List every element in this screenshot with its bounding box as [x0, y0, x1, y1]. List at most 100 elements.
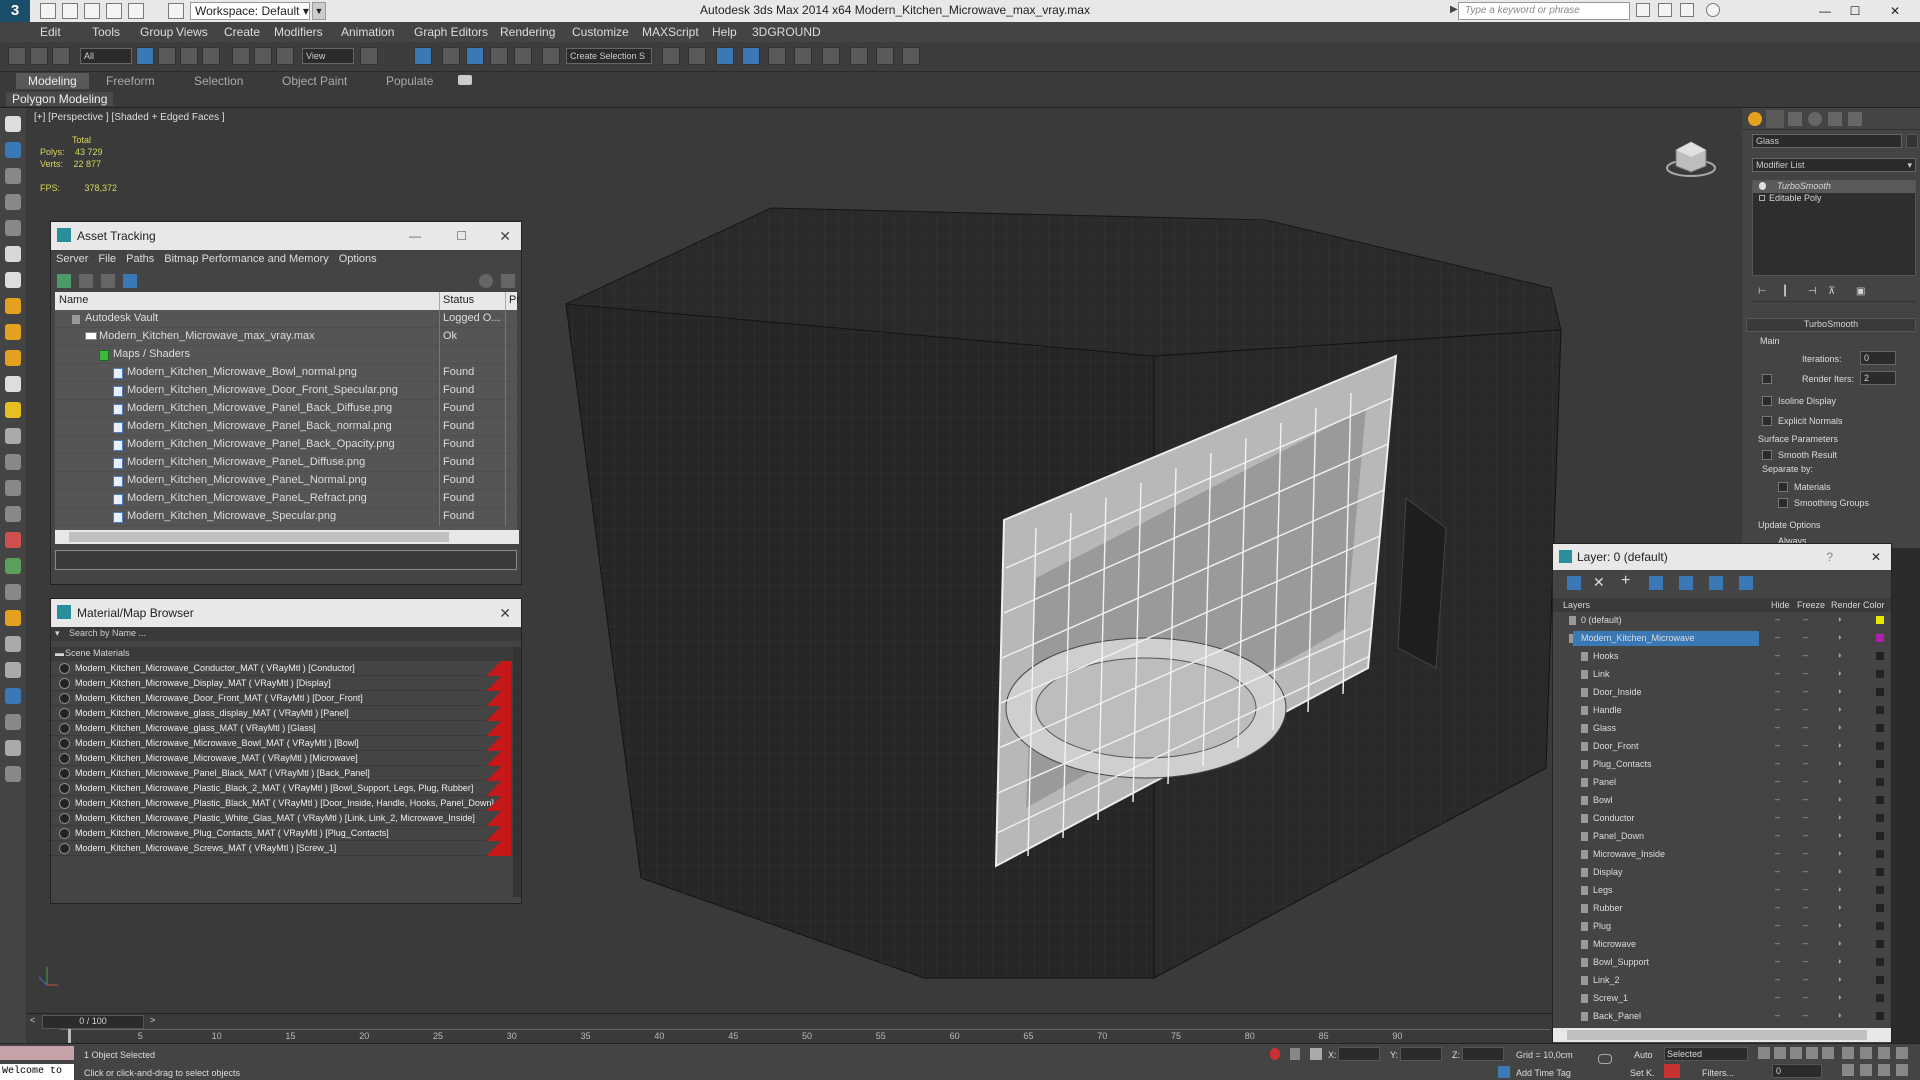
smooth-result-checkbox[interactable]	[1762, 450, 1772, 460]
menu-item-maxscript[interactable]: MAXScript	[642, 25, 699, 39]
hide-all-layers-icon[interactable]	[1709, 576, 1723, 590]
freeze-toggle-icon[interactable]: –	[1803, 920, 1808, 930]
layer-row[interactable]: Screw_1 – – ◗	[1553, 990, 1891, 1008]
menu-item-group[interactable]: Group	[140, 25, 173, 39]
asset-row[interactable]: Modern_Kitchen_Microwave_PaneL_Refract.p…	[55, 490, 517, 508]
graphite-ribbon-icon[interactable]	[742, 47, 760, 65]
asset-row[interactable]: Autodesk Vault Logged O...	[55, 310, 517, 328]
layer-row[interactable]: Conductor – – ◗	[1553, 810, 1891, 828]
layer-row[interactable]: Bowl – – ◗	[1553, 792, 1891, 810]
star-icon[interactable]	[1680, 3, 1694, 17]
create-tab-icon[interactable]	[1748, 112, 1762, 126]
layer-color-swatch[interactable]	[1876, 670, 1884, 678]
asset-row[interactable]: Modern_Kitchen_Microwave_Panel_Back_Opac…	[55, 436, 517, 454]
render-toggle-icon[interactable]: ◗	[1837, 920, 1842, 930]
material-item[interactable]: Modern_Kitchen_Microwave_glass_MAT ( VRa…	[51, 721, 521, 736]
asset-hscroll-thumb[interactable]	[69, 532, 449, 542]
scene-materials-group[interactable]: ▬ Scene Materials	[51, 647, 521, 661]
maxscript-input[interactable]: Welcome to	[0, 1064, 74, 1080]
configure-sets-icon[interactable]: ▣	[1856, 286, 1865, 297]
material-item[interactable]: Modern_Kitchen_Microwave_Conductor_MAT (…	[51, 661, 521, 676]
layer-row[interactable]: Link – – ◗	[1553, 666, 1891, 684]
render-toggle-icon[interactable]: ◗	[1837, 686, 1842, 696]
hide-toggle-icon[interactable]: –	[1775, 740, 1780, 750]
render-toggle-icon[interactable]: ◗	[1837, 956, 1842, 966]
particle-icon[interactable]	[5, 584, 21, 600]
zoom-icon[interactable]	[1842, 1047, 1854, 1059]
rotate-icon[interactable]	[254, 47, 272, 65]
material-editor-icon[interactable]	[822, 47, 840, 65]
undo-icon[interactable]	[106, 3, 122, 19]
maximize-viewport-icon[interactable]	[1896, 1064, 1908, 1076]
rendered-frame-icon[interactable]	[876, 47, 894, 65]
search-options-icon[interactable]: ▾	[55, 628, 60, 639]
container-icon[interactable]	[5, 220, 21, 236]
ribbon-tab-object-paint[interactable]: Object Paint	[270, 73, 359, 89]
layer-titlebar[interactable]: Layer: 0 (default) ? ✕	[1553, 544, 1891, 570]
set-key-icon[interactable]	[1664, 1064, 1680, 1078]
delete-layer-icon[interactable]: ✕	[1593, 574, 1605, 591]
save-file-icon[interactable]	[84, 3, 100, 19]
render-toggle-icon[interactable]: ◗	[1837, 632, 1842, 642]
ribbon-tab-selection[interactable]: Selection	[182, 73, 255, 89]
hide-toggle-icon[interactable]: –	[1775, 776, 1780, 786]
layer-color-swatch[interactable]	[1876, 706, 1884, 714]
col-color-header[interactable]: Color	[1863, 600, 1885, 610]
edit-named-sets-icon[interactable]	[542, 47, 560, 65]
freeze-toggle-icon[interactable]: –	[1803, 1010, 1808, 1020]
asset-row[interactable]: Modern_Kitchen_Microwave_PaneL_Normal.pn…	[55, 472, 517, 490]
scene-explorer-icon[interactable]	[5, 194, 21, 210]
material-icon[interactable]	[5, 636, 21, 652]
spacewarp-icon[interactable]	[5, 480, 21, 496]
select-object-icon[interactable]	[136, 47, 154, 65]
menu-item-tools[interactable]: Tools	[92, 25, 120, 39]
layer-row[interactable]: Bowl_Support – – ◗	[1553, 954, 1891, 972]
freeze-toggle-icon[interactable]: –	[1803, 776, 1808, 786]
material-browser-close-button[interactable]: ✕	[499, 599, 511, 627]
zoom-all-icon[interactable]	[1860, 1047, 1872, 1059]
layer-row[interactable]: Glass – – ◗	[1553, 720, 1891, 738]
hide-toggle-icon[interactable]: –	[1775, 794, 1780, 804]
hide-toggle-icon[interactable]: –	[1775, 632, 1780, 642]
sphere-icon[interactable]	[5, 272, 21, 288]
current-frame-input[interactable]: 0	[1772, 1064, 1822, 1078]
scale-icon[interactable]	[276, 47, 294, 65]
zoom-extents-all-icon[interactable]	[1896, 1047, 1908, 1059]
time-slider-prev-icon[interactable]: <	[30, 1015, 35, 1025]
asset-hscrollbar[interactable]	[55, 530, 519, 544]
schematic-view-icon[interactable]	[794, 47, 812, 65]
layer-row[interactable]: Plug_Contacts – – ◗	[1553, 756, 1891, 774]
maxscript-listener-mini[interactable]	[0, 1046, 74, 1060]
layer-close-button[interactable]: ✕	[1871, 544, 1881, 570]
freeze-toggle-icon[interactable]: –	[1803, 740, 1808, 750]
app-logo-icon[interactable]: 3	[0, 0, 30, 22]
col-name-header[interactable]: Name	[59, 294, 88, 306]
viewcube-icon[interactable]	[1666, 132, 1716, 178]
time-slider-next-icon[interactable]: >	[150, 1015, 155, 1025]
hide-toggle-icon[interactable]: –	[1775, 974, 1780, 984]
layer-row[interactable]: Door_Inside – – ◗	[1553, 684, 1891, 702]
freeze-toggle-icon[interactable]: –	[1803, 830, 1808, 840]
freeze-toggle-icon[interactable]: –	[1803, 974, 1808, 984]
pin-stack-icon[interactable]: ⊢	[1758, 286, 1767, 297]
hide-toggle-icon[interactable]: –	[1775, 722, 1780, 732]
hide-toggle-icon[interactable]: –	[1775, 938, 1780, 948]
layer-icon[interactable]	[5, 168, 21, 184]
layer-color-swatch[interactable]	[1876, 634, 1884, 642]
render-toggle-icon[interactable]: ◗	[1837, 740, 1842, 750]
hide-toggle-icon[interactable]: –	[1775, 884, 1780, 894]
timeline-cursor[interactable]	[68, 1029, 71, 1044]
menu-item-animation[interactable]: Animation	[341, 25, 394, 39]
freeze-toggle-icon[interactable]: –	[1803, 938, 1808, 948]
show-end-result-icon[interactable]: ┃	[1782, 286, 1788, 297]
render-production-icon[interactable]	[902, 47, 920, 65]
spinner-snap-icon[interactable]	[514, 47, 532, 65]
hide-toggle-icon[interactable]: –	[1775, 812, 1780, 822]
freeze-toggle-icon[interactable]: –	[1803, 902, 1808, 912]
ribbon-options-icon[interactable]	[458, 75, 472, 85]
snap-toggle-icon[interactable]	[442, 47, 460, 65]
layer-color-swatch[interactable]	[1876, 868, 1884, 876]
hide-toggle-icon[interactable]: –	[1775, 830, 1780, 840]
display-tab-icon[interactable]	[1828, 112, 1842, 126]
group-collapse-icon[interactable]: ▬	[55, 648, 64, 658]
